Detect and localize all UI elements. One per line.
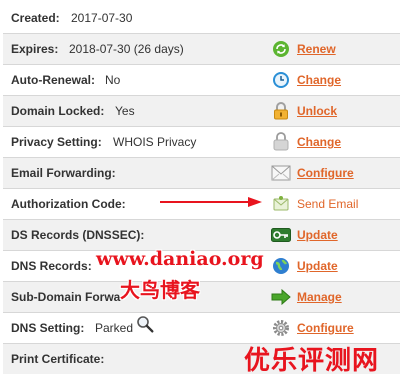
dns-setting-value: Parked — [95, 321, 134, 335]
key-icon[interactable] — [271, 225, 291, 245]
dns-records-label: DNS Records: — [11, 259, 92, 273]
row-auto-renewal: Auto-Renewal: No Change — [3, 65, 400, 96]
watermark-name: 大鸟博客 — [120, 278, 200, 302]
annotation-arrow — [160, 196, 264, 210]
privacy-setting-value: WHOIS Privacy — [113, 135, 197, 149]
created-label: Created: — [11, 11, 60, 25]
gear-icon[interactable] — [271, 318, 291, 338]
ds-records-label: DS Records (DNSSEC): — [11, 228, 145, 242]
email-send-icon[interactable] — [271, 194, 291, 214]
clock-icon[interactable] — [271, 70, 291, 90]
watermark-url: www.daniao.org — [96, 248, 264, 270]
row-ds-records: DS Records (DNSSEC): Update — [3, 220, 400, 251]
row-created: Created: 2017-07-30 — [3, 3, 400, 34]
auto-renewal-change-link[interactable]: Change — [297, 73, 341, 87]
renew-link[interactable]: Renew — [297, 42, 336, 56]
row-domain-locked: Domain Locked: Yes Unlock — [3, 96, 400, 127]
send-email-link[interactable]: Send Email — [297, 197, 358, 211]
renew-icon[interactable] — [271, 39, 291, 59]
domain-locked-label: Domain Locked: — [11, 104, 105, 118]
unlock-link[interactable]: Unlock — [297, 104, 337, 118]
email-forwarding-configure-link[interactable]: Configure — [297, 166, 354, 180]
domain-locked-value: Yes — [115, 104, 135, 118]
magnifier-icon[interactable] — [136, 315, 154, 336]
row-expires: Expires: 2018-07-30 (26 days) Renew — [3, 34, 400, 65]
created-value: 2017-07-30 — [71, 11, 133, 25]
globe-icon[interactable] — [271, 256, 291, 276]
privacy-change-link[interactable]: Change — [297, 135, 341, 149]
privacy-icon[interactable] — [271, 132, 291, 152]
email-forwarding-label: Email Forwarding: — [11, 166, 116, 180]
arrow-right-icon[interactable] — [271, 287, 291, 307]
auto-renewal-label: Auto-Renewal: — [11, 73, 95, 87]
print-certificate-label: Print Certificate: — [11, 352, 105, 366]
ds-records-update-link[interactable]: Update — [297, 228, 338, 242]
padlock-icon[interactable] — [271, 101, 291, 121]
row-subdomain-forwarding: Sub-Domain Forwa Manage — [3, 282, 400, 313]
row-email-forwarding: Email Forwarding: Configure — [3, 158, 400, 189]
domain-settings-table: Created: 2017-07-30 Expires: 2018-07-30 … — [3, 3, 400, 374]
dns-setting-label: DNS Setting: — [11, 321, 85, 335]
watermark-corner: 优乐评测网 — [244, 346, 380, 376]
authorization-code-label: Authorization Code: — [11, 197, 126, 211]
privacy-setting-label: Privacy Setting: — [11, 135, 102, 149]
dns-records-update-link[interactable]: Update — [297, 259, 338, 273]
row-privacy-setting: Privacy Setting: WHOIS Privacy Change — [3, 127, 400, 158]
subdomain-manage-link[interactable]: Manage — [297, 290, 342, 304]
subdomain-forwarding-label: Sub-Domain Forwa — [11, 290, 121, 304]
auto-renewal-value: No — [105, 73, 121, 87]
envelope-icon[interactable] — [271, 163, 291, 183]
expires-label: Expires: — [11, 42, 59, 56]
expires-value: 2018-07-30 (26 days) — [69, 42, 184, 56]
dns-setting-configure-link[interactable]: Configure — [297, 321, 354, 335]
